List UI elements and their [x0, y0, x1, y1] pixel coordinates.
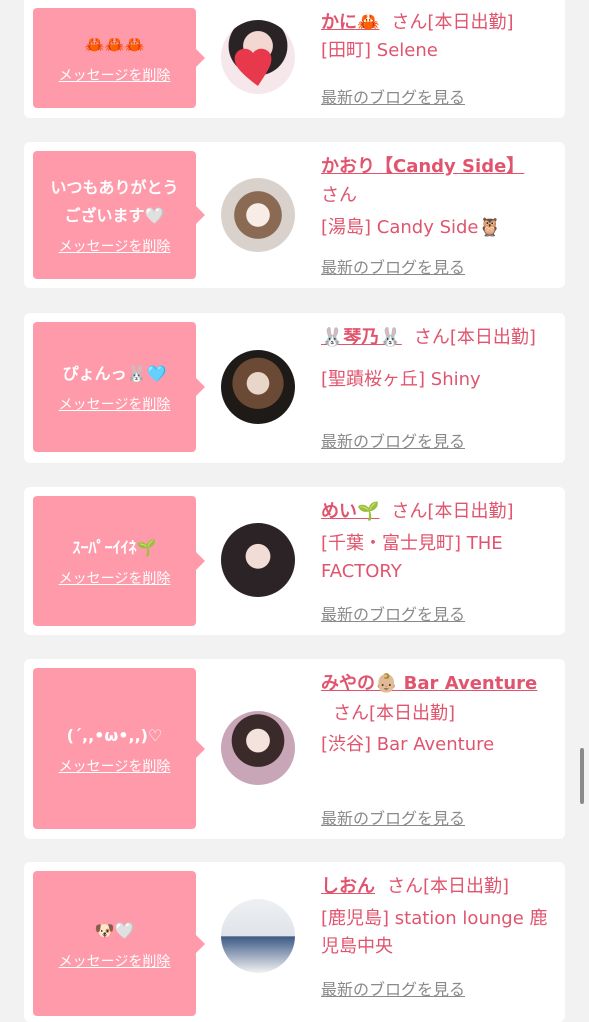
avatar[interactable] [221, 711, 295, 785]
latest-blog-link[interactable]: 最新のブログを見る [321, 428, 465, 452]
message-card: ぴょんっ🐰🩵 メッセージを削除 🐰琴乃🐰 さん[本日出勤] [聖蹟桜ヶ丘] Shi… [24, 313, 565, 463]
latest-blog-link[interactable]: 最新のブログを見る [321, 601, 465, 625]
avatar[interactable] [221, 350, 295, 424]
delete-message-link[interactable]: メッセージを削除 [59, 236, 171, 256]
message-bubble: いつもありがとう ございます🤍 メッセージを削除 [33, 151, 205, 279]
message-card: 🦀🦀🦀 メッセージを削除 かに🦀 さん[本日出勤] [田町] Selene 最新の… [24, 0, 565, 118]
message-card: 🐶🤍 メッセージを削除 しおん さん[本日出勤] [鹿児島] station lo… [24, 862, 565, 1022]
message-bubble: ｽｰﾊﾟｰｲｲﾈ🌱 メッセージを削除 [33, 496, 205, 626]
girl-name-link[interactable]: 🐰琴乃🐰 [321, 327, 402, 348]
avatar[interactable] [221, 523, 295, 597]
scrollbar[interactable] [580, 748, 584, 804]
message-card: いつもありがとう ございます🤍 メッセージを削除 かおり【Candy Side】… [24, 142, 565, 288]
message-bubble: 🦀🦀🦀 メッセージを削除 [33, 8, 205, 108]
message-bubble: 🐶🤍 メッセージを削除 [33, 871, 205, 1016]
message-text: 🦀🦀🦀 [84, 35, 145, 54]
girl-status: さん [321, 185, 357, 206]
message-card: ｽｰﾊﾟｰｲｲﾈ🌱 メッセージを削除 めい🌱 さん[本日出勤] [千葉・富士見町]… [24, 487, 565, 635]
shop-name: [聖蹟桜ヶ丘] Shiny [321, 369, 481, 390]
girl-name-link[interactable]: かに🦀 [321, 12, 379, 33]
latest-blog-link[interactable]: 最新のブログを見る [321, 805, 465, 829]
message-text: ぴょんっ🐰🩵 [62, 364, 167, 383]
message-bubble: (´,,•ω•,,)♡ メッセージを削除 [33, 668, 205, 829]
girl-info: めい🌱 さん[本日出勤] [千葉・富士見町] THE FACTORY [321, 497, 549, 586]
girl-info: みやの👶🏼 Bar Aventure さん[本日出勤] [渋谷] Bar Aven… [321, 669, 549, 759]
girl-name-link[interactable]: めい🌱 [321, 501, 379, 522]
girl-info: かに🦀 さん[本日出勤] [田町] Selene [321, 8, 549, 65]
message-text: 🐶🤍 [94, 920, 135, 940]
avatar[interactable] [221, 20, 295, 94]
girl-name-link[interactable]: みやの👶🏼 Bar Aventure [321, 673, 537, 694]
delete-message-link[interactable]: メッセージを削除 [59, 756, 171, 776]
latest-blog-link[interactable]: 最新のブログを見る [321, 84, 465, 108]
message-text: ｽｰﾊﾟｰｲｲﾈ🌱 [72, 538, 157, 557]
shop-name: [鹿児島] station lounge 鹿児島中央 [321, 908, 548, 957]
shop-name: [湯島] Candy Side🦉 [321, 217, 501, 238]
girl-status: さん[本日出勤] [391, 501, 514, 522]
delete-message-link[interactable]: メッセージを削除 [59, 568, 171, 588]
avatar[interactable] [221, 899, 295, 973]
girl-status: さん[本日出勤] [333, 703, 456, 724]
message-card: (´,,•ω•,,)♡ メッセージを削除 みやの👶🏼 Bar Aventure さ… [24, 659, 565, 839]
message-bubble: ぴょんっ🐰🩵 メッセージを削除 [33, 322, 205, 452]
girl-info: かおり【Candy Side】 さん [湯島] Candy Side🦉 [321, 152, 549, 242]
heart-icon [234, 48, 272, 86]
girl-info: 🐰琴乃🐰 さん[本日出勤] [聖蹟桜ヶ丘] Shiny [321, 323, 549, 394]
message-text: いつもありがとう ございます🤍 [50, 178, 179, 225]
latest-blog-link[interactable]: 最新のブログを見る [321, 254, 465, 278]
girl-status: さん[本日出勤] [391, 12, 514, 33]
avatar[interactable] [221, 178, 295, 252]
girl-status: さん[本日出勤] [387, 876, 510, 897]
shop-name: [田町] Selene [321, 40, 438, 61]
message-text: (´,,•ω•,,)♡ [66, 725, 163, 745]
delete-message-link[interactable]: メッセージを削除 [59, 394, 171, 414]
delete-message-link[interactable]: メッセージを削除 [59, 951, 171, 971]
shop-name: [千葉・富士見町] THE FACTORY [321, 533, 503, 582]
girl-name-link[interactable]: しおん [321, 876, 375, 897]
girl-name-link[interactable]: かおり【Candy Side】 [321, 156, 524, 177]
girl-info: しおん さん[本日出勤] [鹿児島] station lounge 鹿児島中央 [321, 872, 549, 961]
latest-blog-link[interactable]: 最新のブログを見る [321, 976, 465, 1000]
shop-name: [渋谷] Bar Aventure [321, 734, 495, 755]
delete-message-link[interactable]: メッセージを削除 [59, 65, 171, 85]
girl-status: さん[本日出勤] [413, 327, 536, 348]
